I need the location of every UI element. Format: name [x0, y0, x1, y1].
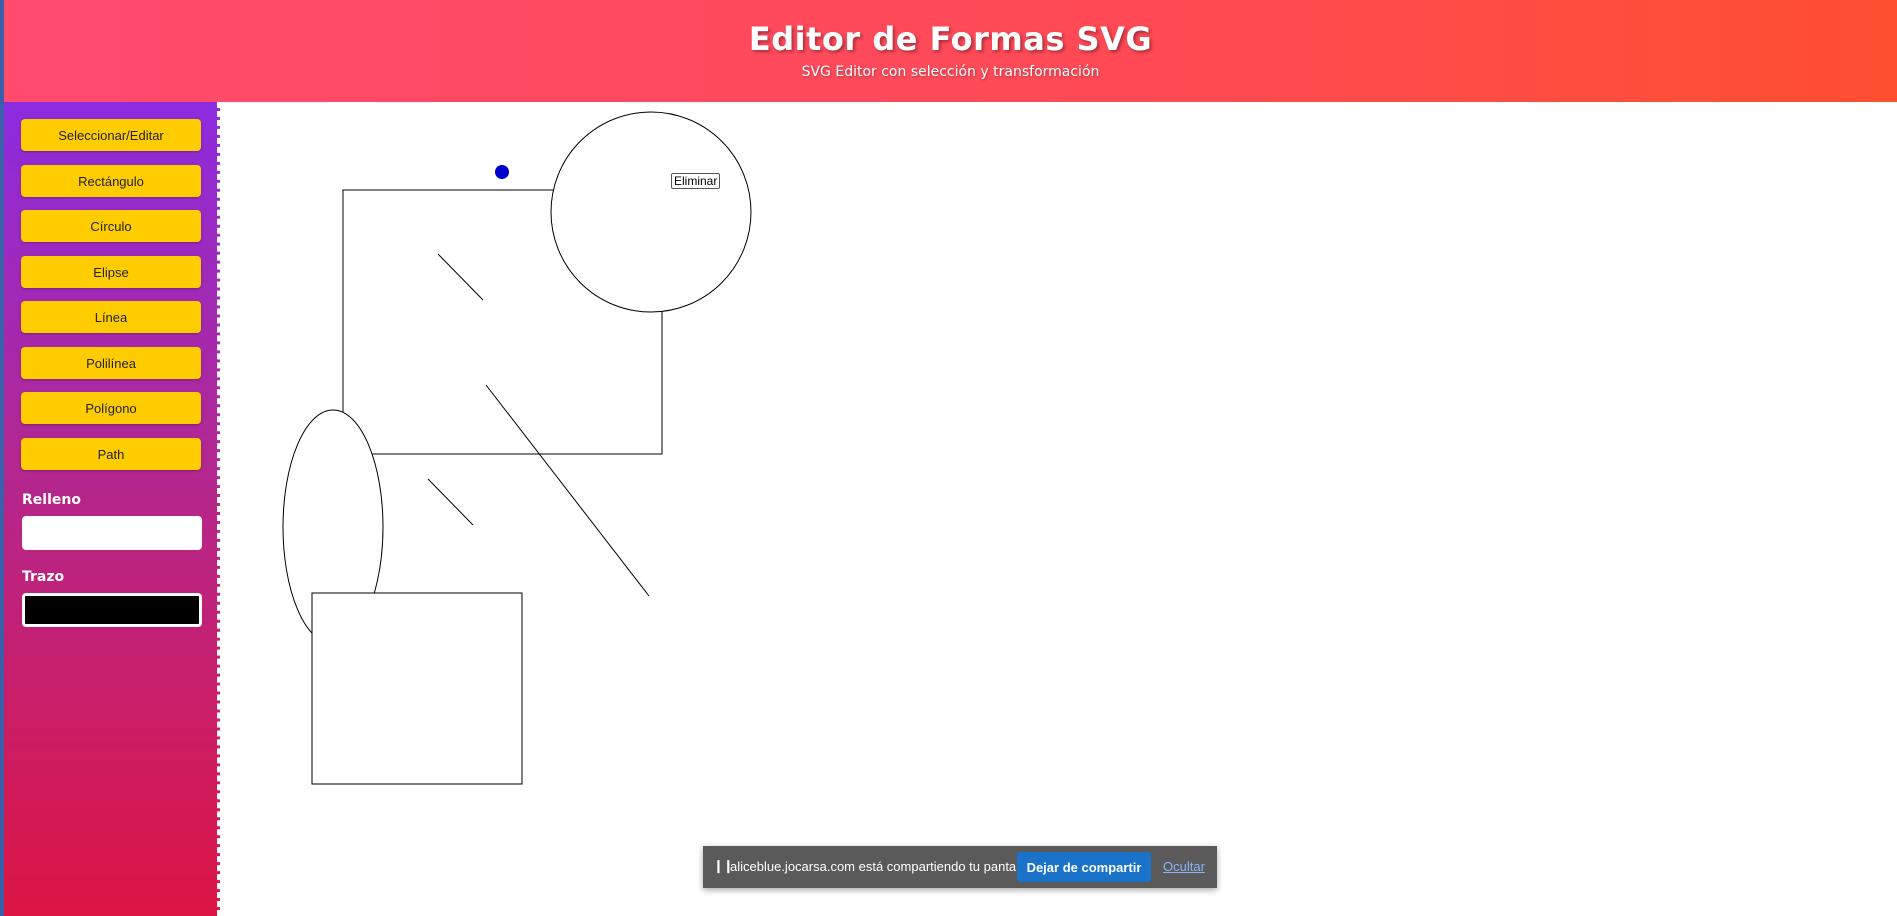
drawing-canvas[interactable] [0, 0, 1897, 916]
delete-button[interactable]: Eliminar [671, 173, 721, 189]
circle-shape[interactable] [550, 111, 752, 313]
rotate-handle[interactable] [495, 165, 509, 179]
rectangle-shape-2[interactable] [311, 592, 523, 785]
hide-link[interactable]: Ocultar [1163, 859, 1205, 874]
screen-share-bar: ❙❙ aliceblue.jocarsa.com está compartien… [703, 846, 1217, 888]
line-shape-3[interactable] [427, 478, 474, 526]
share-message: aliceblue.jocarsa.com está compartiendo … [730, 859, 1033, 874]
stop-sharing-button[interactable]: Dejar de compartir [1017, 852, 1151, 882]
